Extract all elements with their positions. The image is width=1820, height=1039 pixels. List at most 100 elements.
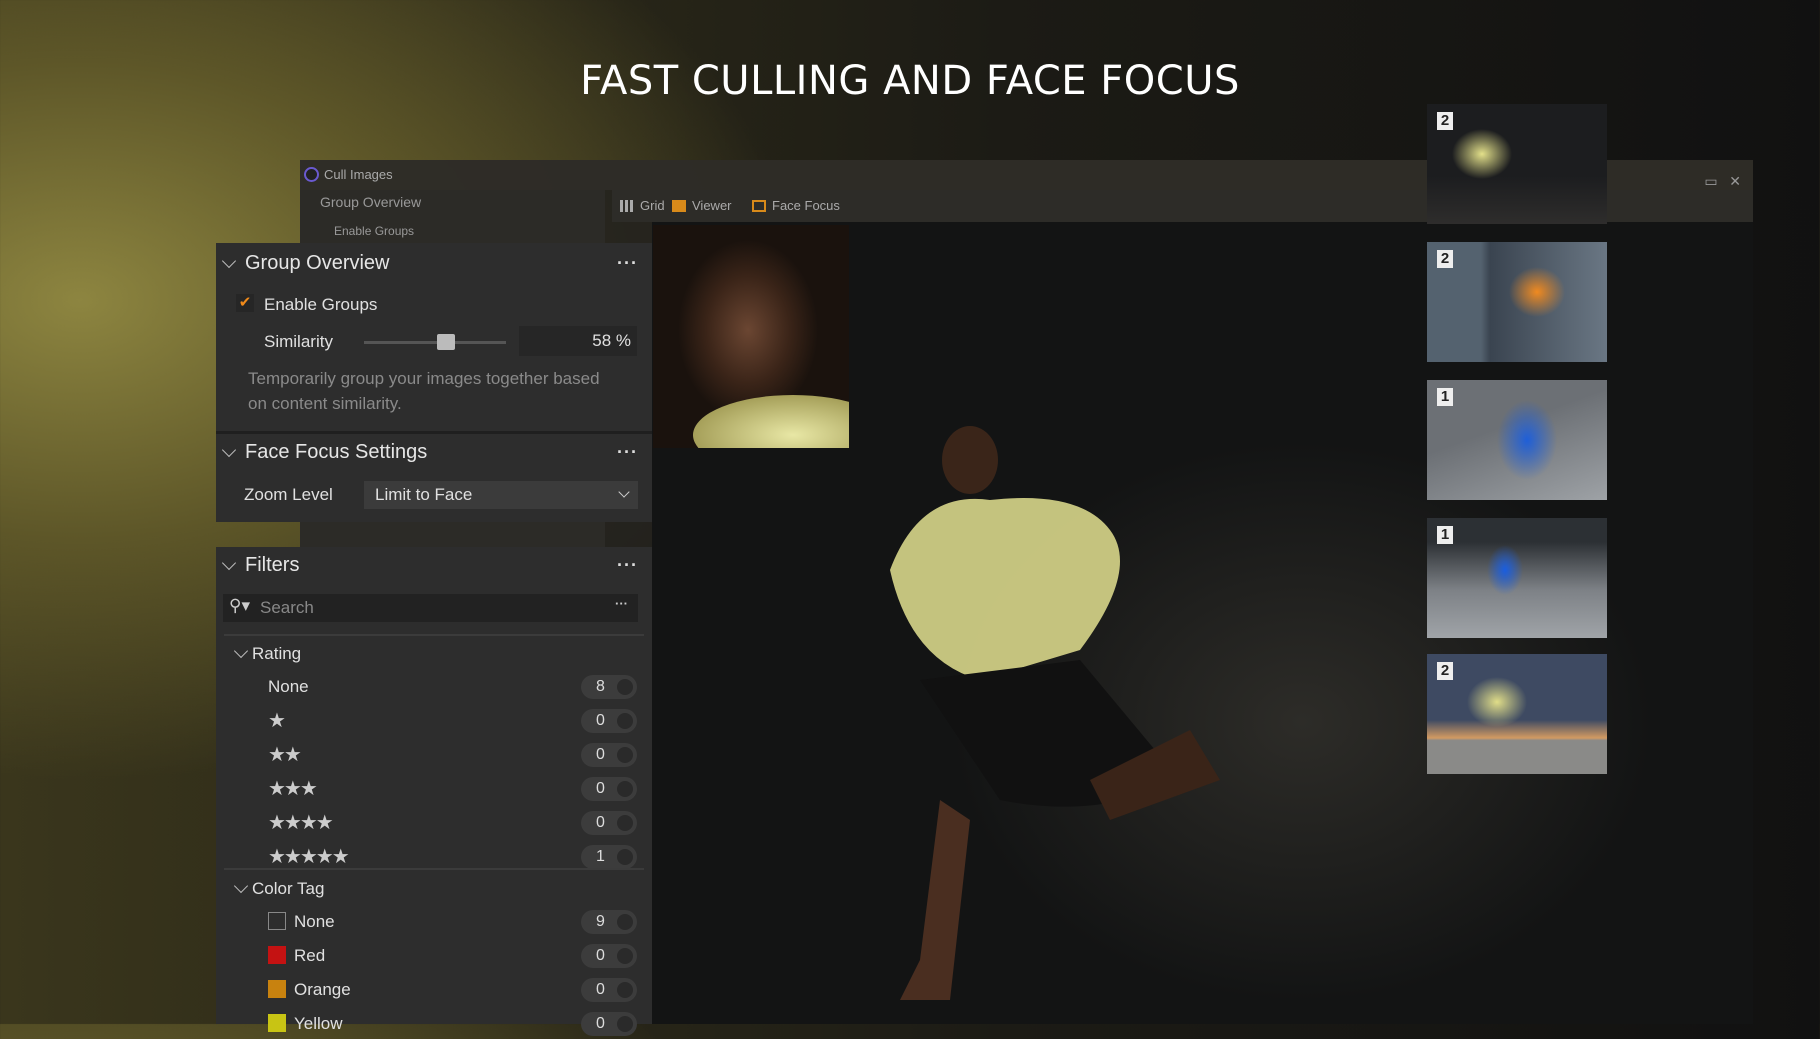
maximize-icon[interactable]: ▭ — [1704, 173, 1717, 189]
count-toggle[interactable]: 0 — [581, 944, 637, 968]
color-row-red[interactable]: Red 0 — [216, 941, 652, 971]
group-badge: 2 — [1437, 250, 1453, 268]
group-badge: 2 — [1437, 112, 1453, 130]
count: 9 — [596, 913, 605, 930]
similarity-slider[interactable] — [364, 341, 506, 344]
main-photo-subject — [880, 400, 1300, 1020]
divider — [224, 634, 644, 636]
rating-title: Rating — [252, 644, 301, 664]
similarity-label: Similarity — [264, 332, 333, 352]
count-toggle[interactable]: 0 — [581, 709, 637, 733]
divider — [224, 868, 644, 870]
color-label: Orange — [294, 980, 351, 1000]
zoom-level-value: Limit to Face — [375, 485, 472, 504]
count: 0 — [596, 712, 605, 729]
settings-panel: Group Overview ··· ✔ Enable Groups Simil… — [216, 243, 652, 522]
similarity-value[interactable]: 58 % — [519, 326, 637, 356]
rating-label: None — [268, 677, 309, 697]
star-icon: ★ — [268, 708, 284, 733]
count: 0 — [596, 746, 605, 763]
rating-row-1-star[interactable]: ★0 — [216, 706, 652, 736]
enable-groups-checkbox[interactable]: ✔ — [236, 294, 254, 312]
face-focus-label: Face Focus — [772, 190, 840, 222]
face-focus-title: Face Focus Settings — [245, 441, 427, 463]
rating-section-header[interactable]: Rating — [216, 639, 652, 669]
group-overview-header[interactable]: Group Overview ··· — [216, 245, 652, 281]
viewer-icon — [672, 200, 686, 212]
color-tag-section-header[interactable]: Color Tag — [216, 874, 652, 904]
count: 8 — [596, 678, 605, 695]
rating-row-4-stars[interactable]: ★★★★ 0 — [216, 808, 652, 838]
count: 0 — [596, 947, 605, 964]
filters-panel: Filters ··· ⚲▾ Search ··· Rating None 8 ★… — [216, 547, 652, 1024]
grid-tab[interactable]: Grid — [620, 190, 665, 222]
color-tag-title: Color Tag — [252, 879, 324, 899]
thumbnail[interactable]: 1 — [1427, 518, 1607, 638]
rating-row-none[interactable]: None 8 — [216, 672, 652, 702]
filters-header[interactable]: Filters ··· — [216, 547, 652, 583]
window-title: Cull Images — [324, 167, 393, 182]
color-label: Red — [294, 946, 325, 966]
thumbnail[interactable]: 2 — [1427, 654, 1607, 774]
page-headline: FAST CULLING AND FACE FOCUS — [0, 58, 1820, 104]
grid-icon — [620, 200, 634, 212]
star-icon: ★★ — [268, 742, 300, 767]
count: 0 — [596, 780, 605, 797]
close-icon[interactable]: ✕ — [1729, 173, 1741, 189]
chevron-down-icon — [618, 486, 629, 497]
star-icon: ★★★★ — [268, 810, 332, 835]
chevron-down-icon — [222, 254, 236, 268]
count-toggle[interactable]: 8 — [581, 675, 637, 699]
search-options-icon[interactable]: ··· — [615, 596, 628, 611]
chevron-down-icon — [234, 879, 248, 893]
viewer-label: Viewer — [692, 190, 732, 222]
thumbnail[interactable]: 1 — [1427, 380, 1607, 500]
filter-search-input[interactable]: ⚲▾ Search ··· — [223, 594, 638, 622]
zoom-level-dropdown[interactable]: Limit to Face — [364, 481, 638, 509]
count-toggle[interactable]: 0 — [581, 978, 637, 1002]
chevron-down-icon — [234, 644, 248, 658]
count-toggle[interactable]: 9 — [581, 910, 637, 934]
enable-groups-label: Enable Groups — [264, 295, 377, 315]
color-label: Yellow — [294, 1014, 343, 1034]
face-focus-header[interactable]: Face Focus Settings ··· — [216, 434, 652, 470]
app-icon — [304, 167, 319, 182]
more-options-icon[interactable]: ··· — [617, 434, 638, 470]
more-options-icon[interactable]: ··· — [617, 245, 638, 281]
group-overview-title: Group Overview — [245, 252, 390, 274]
thumbnail[interactable]: 2 — [1427, 104, 1607, 224]
bg-enable-groups[interactable]: Enable Groups — [334, 224, 414, 238]
similarity-slider-handle[interactable] — [437, 334, 455, 350]
zoom-level-label: Zoom Level — [244, 485, 333, 505]
thumbnail[interactable]: 2 — [1427, 242, 1607, 362]
rating-row-2-stars[interactable]: ★★ 0 — [216, 740, 652, 770]
search-icon[interactable]: ⚲▾ — [229, 596, 250, 616]
color-row-orange[interactable]: Orange 0 — [216, 975, 652, 1005]
face-focus-tab[interactable]: Face Focus — [752, 190, 840, 222]
count-toggle[interactable]: 0 — [581, 811, 637, 835]
count-toggle[interactable]: 0 — [581, 743, 637, 767]
count-toggle[interactable]: 0 — [581, 777, 637, 801]
color-label: None — [294, 912, 335, 932]
color-row-yellow[interactable]: Yellow 0 — [216, 1009, 652, 1039]
viewer-tab[interactable]: Viewer — [672, 190, 732, 222]
more-options-icon[interactable]: ··· — [617, 547, 638, 583]
search-placeholder: Search — [260, 598, 314, 618]
group-badge: 1 — [1437, 388, 1453, 406]
count-toggle[interactable]: 0 — [581, 1012, 637, 1036]
rating-row-3-stars[interactable]: ★★★ 0 — [216, 774, 652, 804]
filters-title: Filters — [245, 554, 299, 576]
group-description-line-1: Temporarily group your images together b… — [248, 369, 600, 389]
color-swatch — [268, 912, 286, 930]
count: 1 — [596, 848, 605, 865]
chevron-down-icon — [222, 556, 236, 570]
group-description-line-2: on content similarity. — [248, 394, 402, 414]
bg-group-overview[interactable]: Group Overview — [320, 194, 421, 210]
group-badge: 2 — [1437, 662, 1453, 680]
chevron-down-icon — [222, 443, 236, 457]
face-focus-preview — [653, 225, 849, 448]
count-toggle[interactable]: 1 — [581, 845, 637, 869]
face-focus-icon — [752, 200, 766, 212]
star-icon: ★★★ — [268, 776, 316, 801]
color-row-none[interactable]: None 9 — [216, 907, 652, 937]
